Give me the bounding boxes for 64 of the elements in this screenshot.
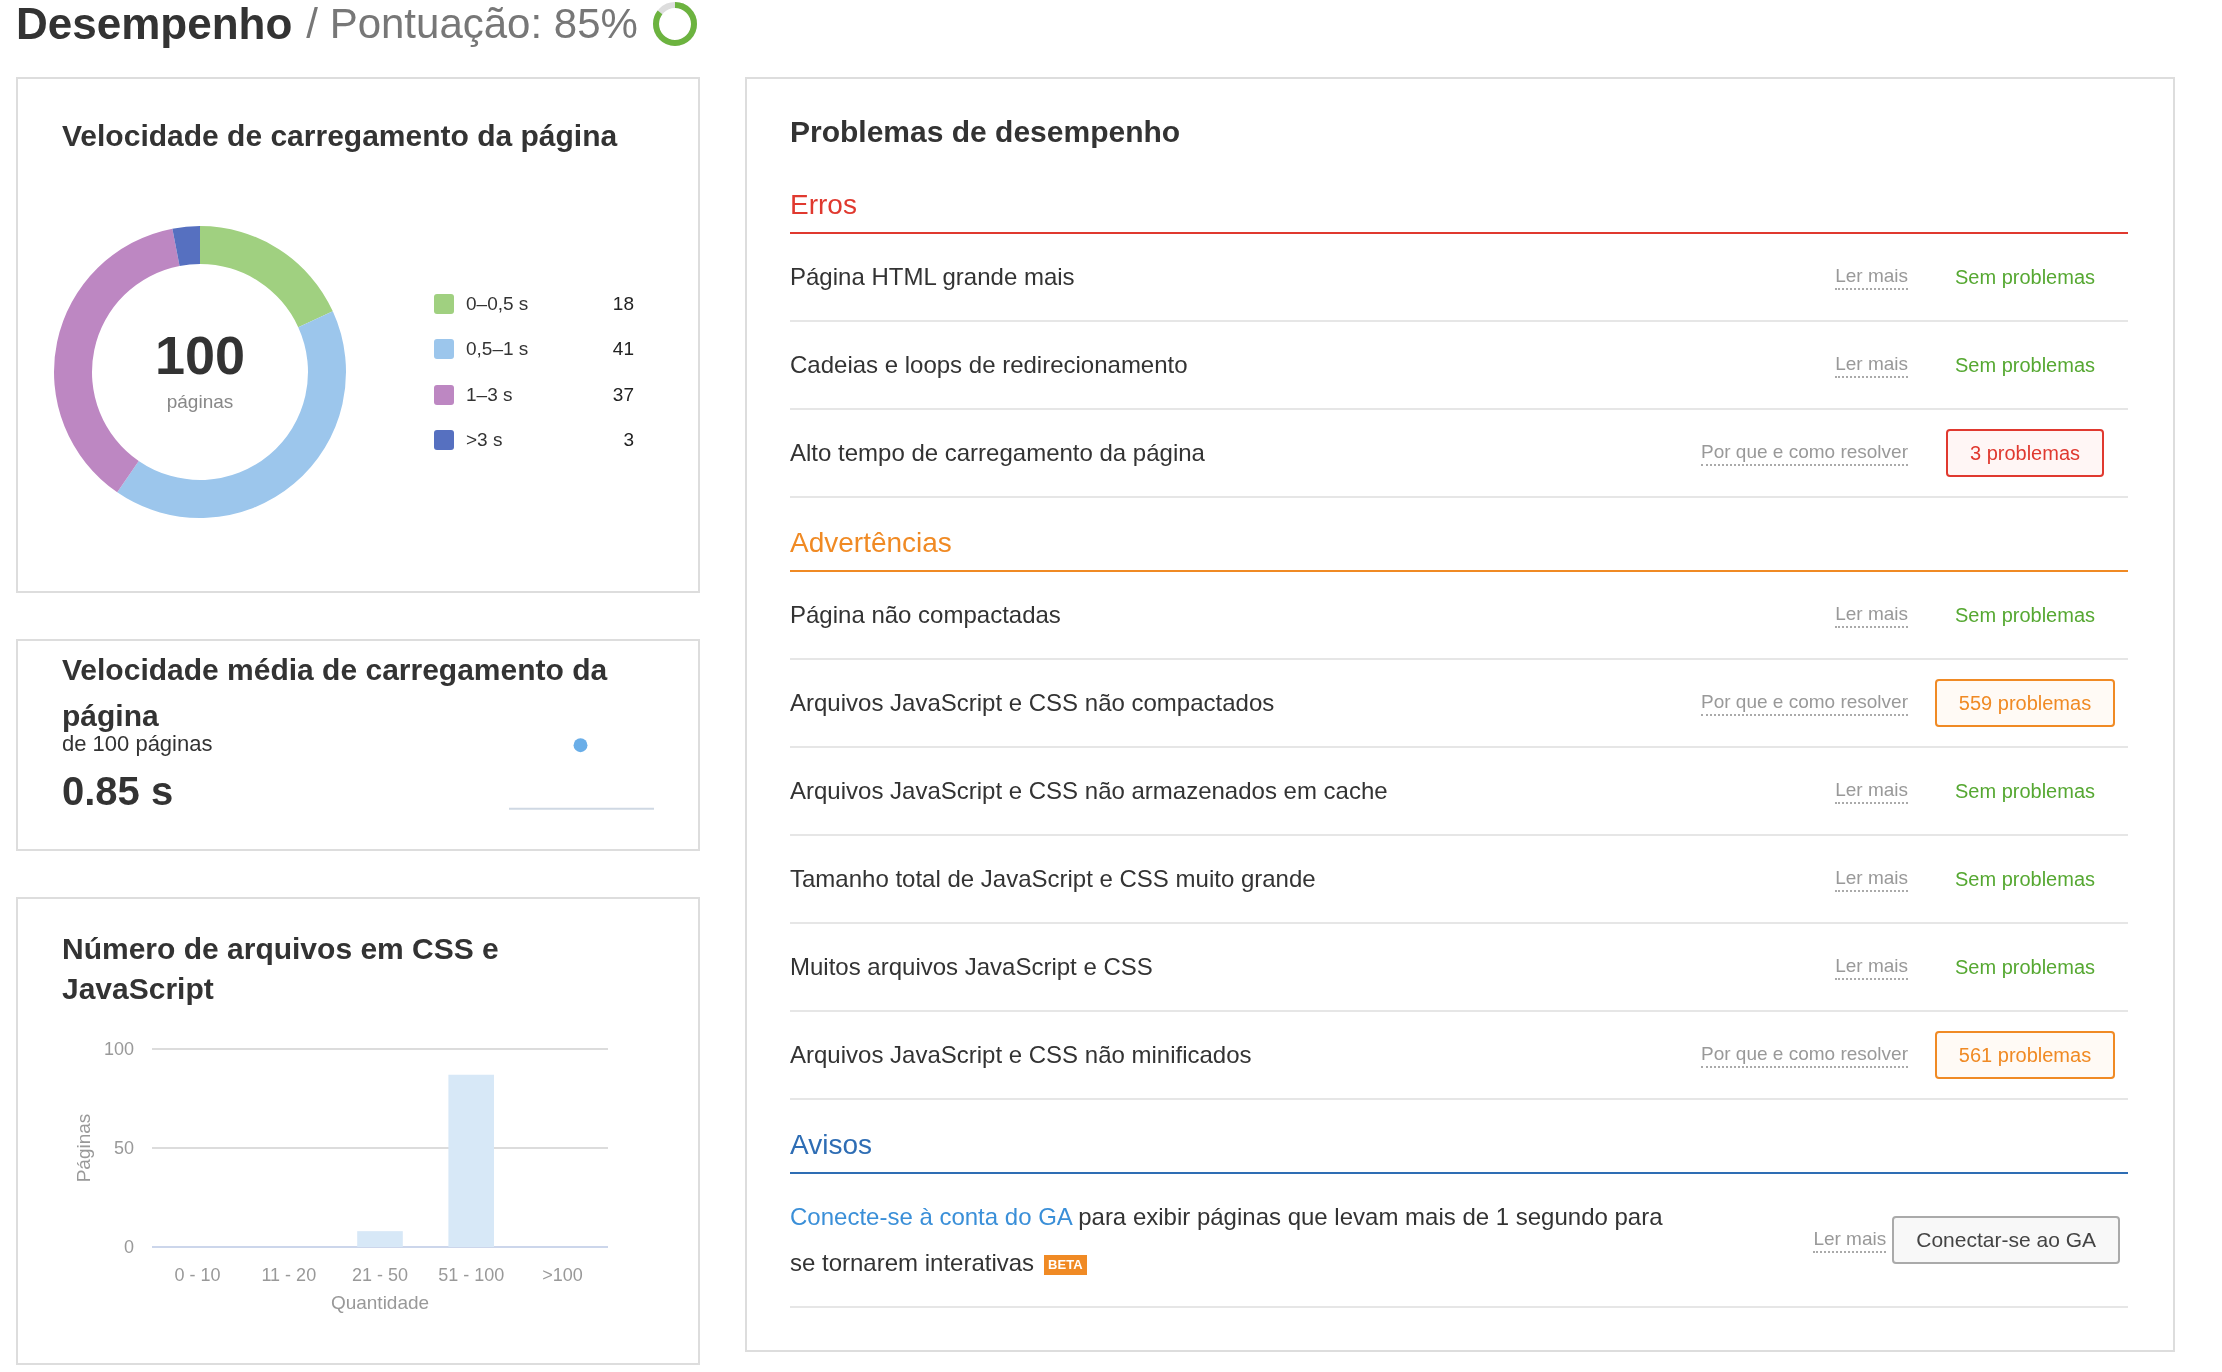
average-value: 0.85 s bbox=[62, 768, 175, 815]
legend-label: 0–0,5 s bbox=[466, 291, 530, 316]
axis-category-label: 0 - 10 bbox=[174, 1265, 221, 1285]
section-heading: Advertências bbox=[790, 527, 952, 558]
total-count: 100 bbox=[154, 327, 246, 382]
help-link[interactable]: Ler mais bbox=[1813, 1227, 1887, 1253]
axis-category-label: 11 - 20 bbox=[261, 1265, 317, 1285]
score-text: / Pontuação: 85% bbox=[306, 3, 638, 45]
help-link[interactable]: Por que e como resolver bbox=[1701, 440, 1908, 466]
axis-title: Páginas bbox=[73, 1113, 94, 1183]
help-link[interactable]: Ler mais bbox=[1835, 264, 1908, 290]
axis-tick-label: 50 bbox=[113, 1138, 134, 1158]
help-link[interactable]: Ler mais bbox=[1835, 352, 1908, 378]
section-heading: Erros bbox=[790, 189, 857, 220]
issue-label: Tamanho total de JavaScript e CSS muito grande bbox=[790, 864, 1317, 894]
issues-button[interactable]: 3 problemas bbox=[1945, 429, 2105, 477]
issue-label: Alto tempo de carregamento da página bbox=[790, 438, 1206, 468]
page-title: Desempenho bbox=[16, 2, 293, 46]
beta-badge: BETA bbox=[1044, 1254, 1087, 1275]
axis-tick-label: 100 bbox=[103, 1039, 134, 1059]
total-label: páginas bbox=[166, 389, 234, 414]
bar bbox=[357, 1231, 403, 1247]
legend-value: 41 bbox=[612, 337, 634, 361]
issues-button[interactable]: 559 problemas bbox=[1934, 679, 2116, 727]
axis-category-label: 51 - 100 bbox=[438, 1265, 505, 1285]
legend-value: 3 bbox=[623, 428, 634, 452]
status-text: Sem problemas bbox=[1954, 779, 2096, 804]
card-subtitle: de 100 páginas bbox=[62, 733, 214, 755]
status-text: Sem problemas bbox=[1954, 353, 2096, 378]
issues-button[interactable]: 561 problemas bbox=[1934, 1031, 2116, 1079]
status-text: Sem problemas bbox=[1954, 955, 2096, 980]
score-ring-icon bbox=[651, 1, 698, 47]
card-title: Problemas de desempenho bbox=[790, 114, 1182, 150]
legend-label: >3 s bbox=[466, 428, 504, 452]
issue-label: Arquivos JavaScript e CSS não armazenados em cache bbox=[790, 776, 1389, 806]
issue-label: Arquivos JavaScript e CSS não compactados bbox=[790, 688, 1276, 718]
help-link[interactable]: Ler mais bbox=[1835, 602, 1908, 628]
help-link[interactable]: Ler mais bbox=[1835, 954, 1908, 980]
section-heading: Avisos bbox=[790, 1129, 872, 1160]
axis-title: Quantidade bbox=[330, 1292, 430, 1313]
legend-label: 0,5–1 s bbox=[466, 337, 530, 361]
status-text: Sem problemas bbox=[1954, 603, 2096, 628]
status-text: Sem problemas bbox=[1954, 867, 2096, 892]
card-title: Número de arquivos em CSS e JavaScript bbox=[62, 931, 500, 1007]
axis-tick-label: 0 bbox=[124, 1237, 134, 1257]
issue-label: Cadeias e loops de redirecionamento bbox=[790, 350, 1189, 380]
connect-link[interactable]: Conecte-se à conta do GA bbox=[790, 1203, 1072, 1230]
help-link[interactable]: Ler mais bbox=[1835, 778, 1908, 804]
status-text: Sem problemas bbox=[1954, 265, 2096, 290]
legend-value: 18 bbox=[612, 291, 634, 316]
issue-label: Arquivos JavaScript e CSS não minificados bbox=[790, 1040, 1253, 1070]
axis-category-label: 21 - 50 bbox=[352, 1265, 408, 1285]
issue-label: Página HTML grande mais bbox=[790, 262, 1076, 292]
axis-category-label: >100 bbox=[542, 1265, 583, 1285]
connect-button[interactable]: Conectar-se ao GA bbox=[1892, 1216, 2120, 1264]
issue-label: Página não compactadas bbox=[790, 600, 1062, 630]
card-title: Velocidade média de carregamento da página bbox=[62, 652, 609, 734]
card-title: Velocidade de carregamento da página bbox=[62, 118, 619, 154]
help-link[interactable]: Ler mais bbox=[1835, 866, 1908, 892]
help-link[interactable]: Por que e como resolver bbox=[1701, 1042, 1908, 1068]
help-link[interactable]: Por que e como resolver bbox=[1701, 690, 1908, 716]
issue-label: Muitos arquivos JavaScript e CSS bbox=[790, 952, 1154, 982]
legend-value: 37 bbox=[612, 382, 634, 407]
legend-label: 1–3 s bbox=[466, 382, 514, 407]
